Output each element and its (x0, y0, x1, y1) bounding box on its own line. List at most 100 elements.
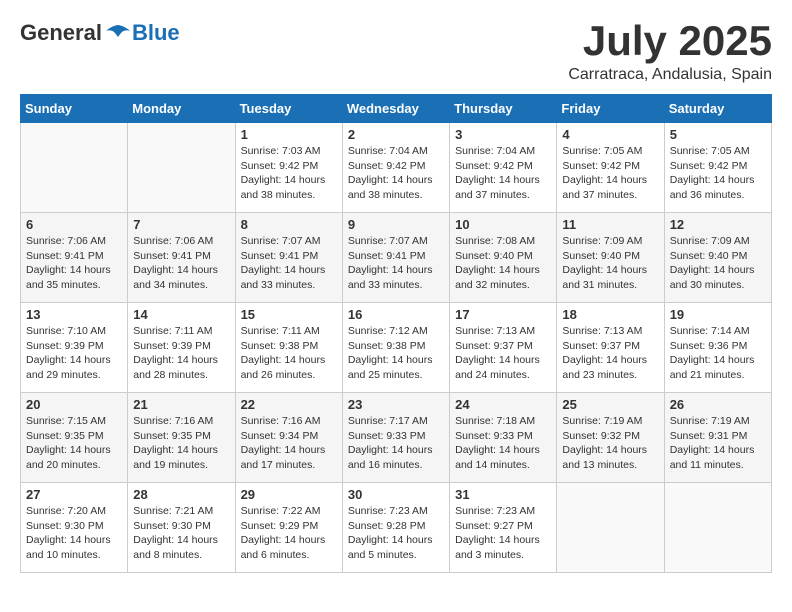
calendar-cell (664, 483, 771, 573)
calendar-cell (557, 483, 664, 573)
cell-content: Sunrise: 7:13 AM Sunset: 9:37 PM Dayligh… (562, 324, 658, 383)
weekday-header: Wednesday (342, 95, 449, 123)
weekday-header: Friday (557, 95, 664, 123)
weekday-header: Tuesday (235, 95, 342, 123)
cell-content: Sunrise: 7:11 AM Sunset: 9:39 PM Dayligh… (133, 324, 229, 383)
cell-content: Sunrise: 7:07 AM Sunset: 9:41 PM Dayligh… (348, 234, 444, 293)
day-number: 5 (670, 127, 766, 142)
day-number: 13 (26, 307, 122, 322)
cell-content: Sunrise: 7:09 AM Sunset: 9:40 PM Dayligh… (670, 234, 766, 293)
cell-content: Sunrise: 7:08 AM Sunset: 9:40 PM Dayligh… (455, 234, 551, 293)
calendar-cell: 18 Sunrise: 7:13 AM Sunset: 9:37 PM Dayli… (557, 303, 664, 393)
calendar-cell: 3 Sunrise: 7:04 AM Sunset: 9:42 PM Daylig… (450, 123, 557, 213)
calendar-week-row: 1 Sunrise: 7:03 AM Sunset: 9:42 PM Daylig… (21, 123, 772, 213)
calendar-cell: 23 Sunrise: 7:17 AM Sunset: 9:33 PM Dayli… (342, 393, 449, 483)
calendar-week-row: 20 Sunrise: 7:15 AM Sunset: 9:35 PM Dayli… (21, 393, 772, 483)
cell-content: Sunrise: 7:23 AM Sunset: 9:27 PM Dayligh… (455, 504, 551, 563)
cell-content: Sunrise: 7:07 AM Sunset: 9:41 PM Dayligh… (241, 234, 337, 293)
calendar-cell: 7Sunrise: 7:06 AM Sunset: 9:41 PM Daylig… (128, 213, 235, 303)
calendar-cell: 2 Sunrise: 7:04 AM Sunset: 9:42 PM Daylig… (342, 123, 449, 213)
cell-content: Sunrise: 7:04 AM Sunset: 9:42 PM Dayligh… (348, 144, 444, 203)
day-number: 8 (241, 217, 337, 232)
location-text: Carratraca, Andalusia, Spain (568, 66, 772, 84)
calendar-cell: 11Sunrise: 7:09 AM Sunset: 9:40 PM Dayli… (557, 213, 664, 303)
calendar-cell: 27 Sunrise: 7:20 AM Sunset: 9:30 PM Dayli… (21, 483, 128, 573)
calendar-cell: 22Sunrise: 7:16 AM Sunset: 9:34 PM Dayli… (235, 393, 342, 483)
day-number: 24 (455, 397, 551, 412)
logo-general-text: General (20, 20, 102, 46)
calendar-cell: 8 Sunrise: 7:07 AM Sunset: 9:41 PM Daylig… (235, 213, 342, 303)
cell-content: Sunrise: 7:15 AM Sunset: 9:35 PM Dayligh… (26, 414, 122, 473)
day-number: 18 (562, 307, 658, 322)
day-number: 16 (348, 307, 444, 322)
calendar-cell: 17 Sunrise: 7:13 AM Sunset: 9:37 PM Dayli… (450, 303, 557, 393)
day-number: 28 (133, 487, 229, 502)
calendar-cell: 29 Sunrise: 7:22 AM Sunset: 9:29 PM Dayli… (235, 483, 342, 573)
cell-content: Sunrise: 7:04 AM Sunset: 9:42 PM Dayligh… (455, 144, 551, 203)
day-number: 22 (241, 397, 337, 412)
day-number: 31 (455, 487, 551, 502)
cell-content: Sunrise: 7:03 AM Sunset: 9:42 PM Dayligh… (241, 144, 337, 203)
logo: General Blue (20, 20, 180, 46)
day-number: 1 (241, 127, 337, 142)
day-number: 10 (455, 217, 551, 232)
calendar-cell: 10 Sunrise: 7:08 AM Sunset: 9:40 PM Dayli… (450, 213, 557, 303)
day-number: 14 (133, 307, 229, 322)
day-number: 23 (348, 397, 444, 412)
calendar-cell: 26Sunrise: 7:19 AM Sunset: 9:31 PM Dayli… (664, 393, 771, 483)
weekday-header: Thursday (450, 95, 557, 123)
calendar-cell: 6Sunrise: 7:06 AM Sunset: 9:41 PM Daylig… (21, 213, 128, 303)
calendar-cell: 24 Sunrise: 7:18 AM Sunset: 9:33 PM Dayli… (450, 393, 557, 483)
weekday-header: Sunday (21, 95, 128, 123)
cell-content: Sunrise: 7:10 AM Sunset: 9:39 PM Dayligh… (26, 324, 122, 383)
calendar-week-row: 27 Sunrise: 7:20 AM Sunset: 9:30 PM Dayli… (21, 483, 772, 573)
calendar-cell: 9 Sunrise: 7:07 AM Sunset: 9:41 PM Daylig… (342, 213, 449, 303)
weekday-header-row: SundayMondayTuesdayWednesdayThursdayFrid… (21, 95, 772, 123)
cell-content: Sunrise: 7:11 AM Sunset: 9:38 PM Dayligh… (241, 324, 337, 383)
cell-content: Sunrise: 7:06 AM Sunset: 9:41 PM Dayligh… (26, 234, 122, 293)
day-number: 9 (348, 217, 444, 232)
cell-content: Sunrise: 7:19 AM Sunset: 9:31 PM Dayligh… (670, 414, 766, 473)
day-number: 7 (133, 217, 229, 232)
day-number: 30 (348, 487, 444, 502)
calendar-cell: 15 Sunrise: 7:11 AM Sunset: 9:38 PM Dayli… (235, 303, 342, 393)
cell-content: Sunrise: 7:12 AM Sunset: 9:38 PM Dayligh… (348, 324, 444, 383)
title-area: July 2025 Carratraca, Andalusia, Spain (568, 20, 772, 84)
day-number: 2 (348, 127, 444, 142)
calendar-cell (128, 123, 235, 213)
calendar-cell: 16 Sunrise: 7:12 AM Sunset: 9:38 PM Dayli… (342, 303, 449, 393)
day-number: 3 (455, 127, 551, 142)
day-number: 12 (670, 217, 766, 232)
cell-content: Sunrise: 7:05 AM Sunset: 9:42 PM Dayligh… (562, 144, 658, 203)
day-number: 20 (26, 397, 122, 412)
cell-content: Sunrise: 7:17 AM Sunset: 9:33 PM Dayligh… (348, 414, 444, 473)
weekday-header: Monday (128, 95, 235, 123)
calendar-cell: 12 Sunrise: 7:09 AM Sunset: 9:40 PM Dayli… (664, 213, 771, 303)
calendar-cell: 19Sunrise: 7:14 AM Sunset: 9:36 PM Dayli… (664, 303, 771, 393)
day-number: 29 (241, 487, 337, 502)
cell-content: Sunrise: 7:19 AM Sunset: 9:32 PM Dayligh… (562, 414, 658, 473)
day-number: 4 (562, 127, 658, 142)
day-number: 19 (670, 307, 766, 322)
cell-content: Sunrise: 7:13 AM Sunset: 9:37 PM Dayligh… (455, 324, 551, 383)
calendar-table: SundayMondayTuesdayWednesdayThursdayFrid… (20, 94, 772, 573)
cell-content: Sunrise: 7:22 AM Sunset: 9:29 PM Dayligh… (241, 504, 337, 563)
day-number: 15 (241, 307, 337, 322)
day-number: 17 (455, 307, 551, 322)
cell-content: Sunrise: 7:21 AM Sunset: 9:30 PM Dayligh… (133, 504, 229, 563)
calendar-week-row: 6Sunrise: 7:06 AM Sunset: 9:41 PM Daylig… (21, 213, 772, 303)
cell-content: Sunrise: 7:05 AM Sunset: 9:42 PM Dayligh… (670, 144, 766, 203)
page-header: General Blue July 2025 Carratraca, Andal… (20, 20, 772, 84)
calendar-cell: 14 Sunrise: 7:11 AM Sunset: 9:39 PM Dayli… (128, 303, 235, 393)
day-number: 25 (562, 397, 658, 412)
calendar-cell: 30Sunrise: 7:23 AM Sunset: 9:28 PM Dayli… (342, 483, 449, 573)
calendar-cell: 5 Sunrise: 7:05 AM Sunset: 9:42 PM Daylig… (664, 123, 771, 213)
cell-content: Sunrise: 7:20 AM Sunset: 9:30 PM Dayligh… (26, 504, 122, 563)
logo-blue-text: Blue (132, 20, 180, 46)
month-title: July 2025 (568, 20, 772, 62)
day-number: 27 (26, 487, 122, 502)
cell-content: Sunrise: 7:18 AM Sunset: 9:33 PM Dayligh… (455, 414, 551, 473)
logo-bird-icon (104, 23, 132, 43)
calendar-cell: 25 Sunrise: 7:19 AM Sunset: 9:32 PM Dayli… (557, 393, 664, 483)
calendar-cell: 4 Sunrise: 7:05 AM Sunset: 9:42 PM Daylig… (557, 123, 664, 213)
